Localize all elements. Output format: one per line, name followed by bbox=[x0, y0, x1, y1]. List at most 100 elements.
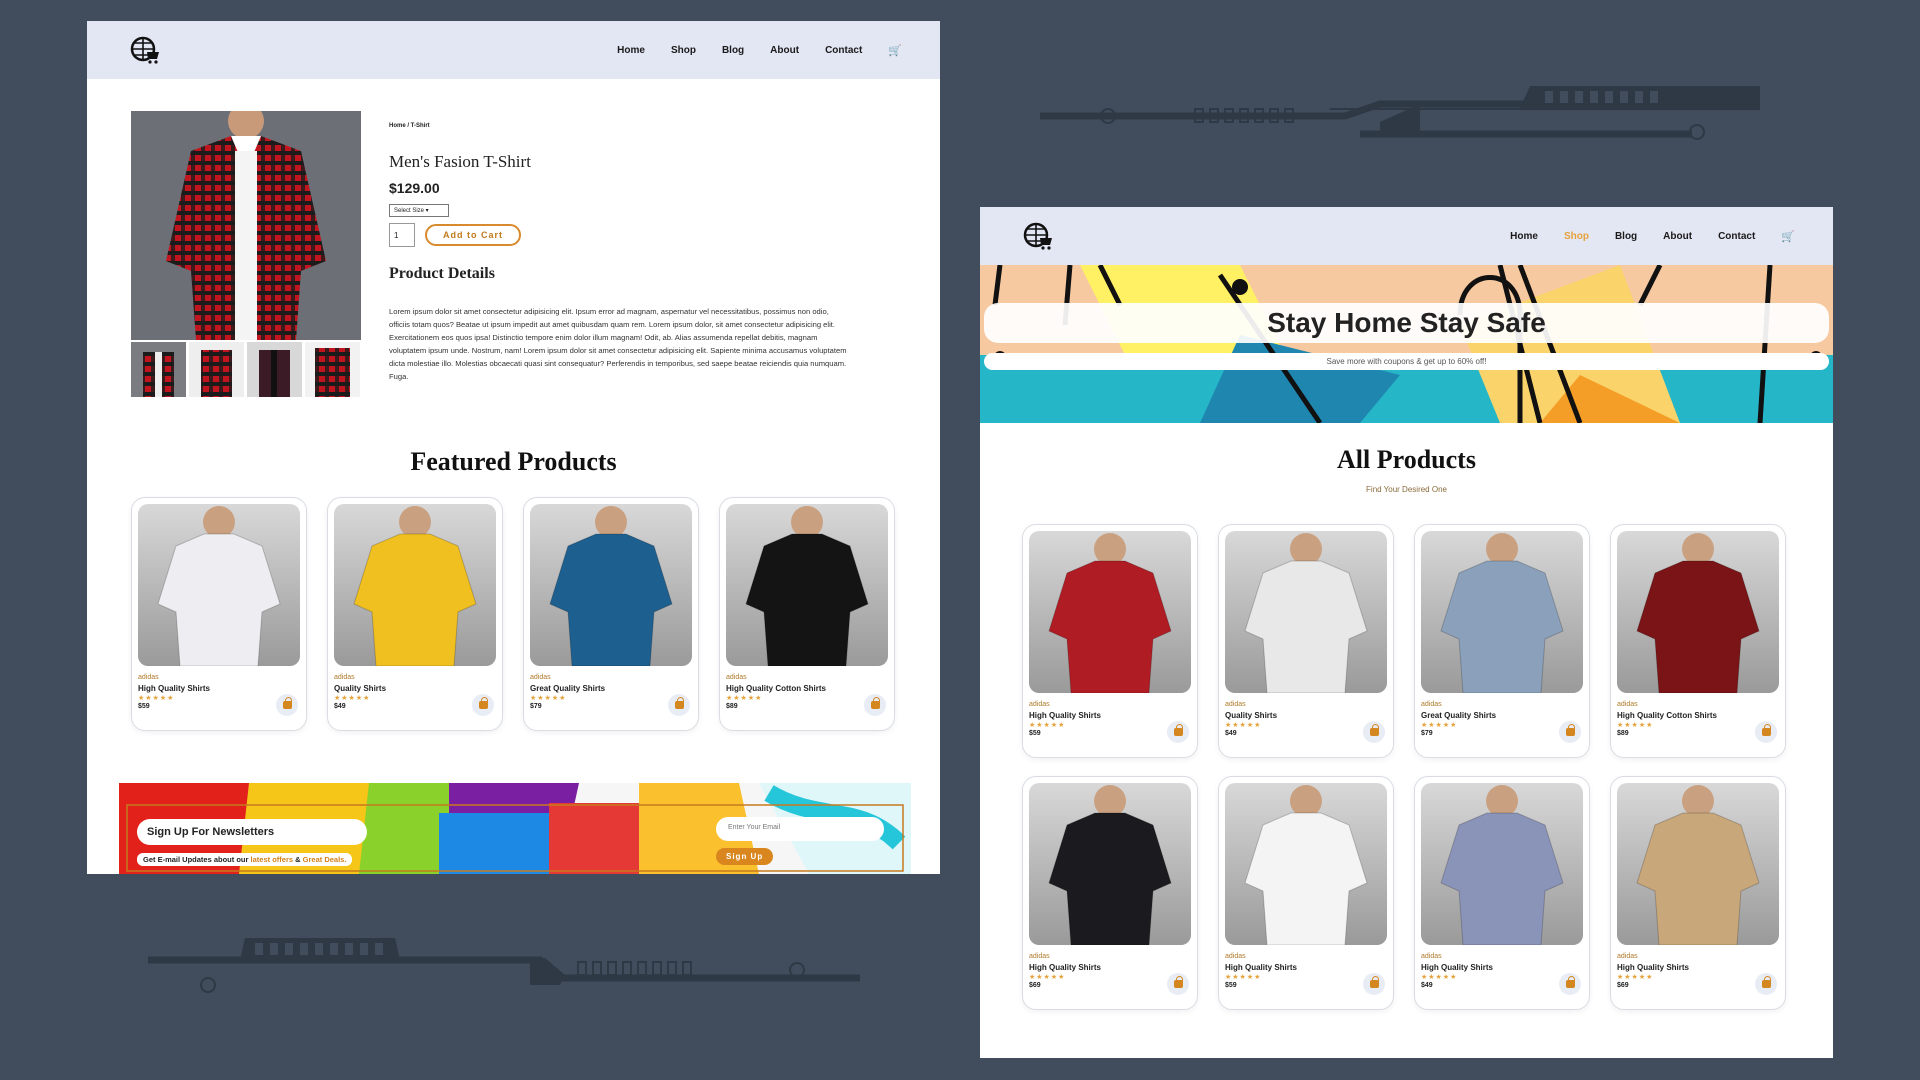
nav-contact[interactable]: Contact bbox=[825, 45, 862, 56]
product-image[interactable] bbox=[334, 504, 496, 666]
add-to-bag-button[interactable] bbox=[472, 694, 494, 716]
product-brand: adidas bbox=[138, 674, 159, 681]
nav-contact[interactable]: Contact bbox=[1718, 231, 1755, 242]
thumbnail-strip bbox=[131, 342, 361, 397]
add-to-bag-button[interactable] bbox=[1363, 973, 1385, 995]
cart-icon[interactable]: 🛒 bbox=[888, 44, 902, 57]
product-image[interactable] bbox=[1029, 783, 1191, 945]
all-products-subtitle: Find Your Desired One bbox=[1366, 485, 1447, 494]
shopping-bag-icon bbox=[1369, 976, 1379, 988]
product-card[interactable]: adidas High Quality Shirts ★★★★★ $49 bbox=[1414, 776, 1590, 1010]
quantity-input[interactable]: 1 bbox=[389, 223, 415, 247]
nav-menu: Home Shop Blog About Contact 🛒 bbox=[617, 44, 902, 57]
nav-menu: Home Shop Blog About Contact 🛒 bbox=[1510, 230, 1795, 243]
shopping-bag-icon bbox=[870, 697, 880, 709]
breadcrumb[interactable]: Home / T-Shirt bbox=[389, 123, 849, 129]
shop-page-screenshot: Home Shop Blog About Contact 🛒 Stay Home… bbox=[980, 207, 1833, 1058]
product-image[interactable] bbox=[1225, 531, 1387, 693]
product-card[interactable]: adidas High Quality Shirts ★★★★★ $59 bbox=[1218, 776, 1394, 1010]
product-card[interactable]: adidas High Quality Cotton Shirts ★★★★★ $89 bbox=[719, 497, 895, 731]
size-select[interactable]: Select Size ▾ bbox=[389, 204, 449, 217]
globe-cart-logo[interactable] bbox=[129, 35, 163, 65]
shopping-bag-icon bbox=[1173, 976, 1183, 988]
newsletter-subtitle: Get E-mail Updates about our latest offe… bbox=[137, 853, 353, 866]
thumbnail-image[interactable] bbox=[189, 342, 244, 397]
product-brand: adidas bbox=[1225, 953, 1246, 960]
shopping-bag-icon bbox=[1565, 976, 1575, 988]
product-image[interactable] bbox=[1421, 783, 1583, 945]
product-image[interactable] bbox=[530, 504, 692, 666]
nav-shop[interactable]: Shop bbox=[1564, 231, 1589, 242]
product-card[interactable]: adidas Great Quality Shirts ★★★★★ $79 bbox=[523, 497, 699, 731]
email-input[interactable]: Enter Your Email bbox=[716, 817, 884, 841]
navbar: Home Shop Blog About Contact 🛒 bbox=[980, 207, 1833, 265]
shopping-bag-icon bbox=[674, 697, 684, 709]
thumbnail-image[interactable] bbox=[305, 342, 360, 397]
hero-title: Stay Home Stay Safe bbox=[984, 303, 1829, 343]
product-description: Lorem ipsum dolor sit amet consectetur a… bbox=[389, 307, 847, 381]
nav-shop[interactable]: Shop bbox=[671, 45, 696, 56]
nav-about[interactable]: About bbox=[1663, 231, 1692, 242]
add-to-cart-button[interactable]: Add to Cart bbox=[425, 224, 521, 246]
product-card[interactable]: adidas High Quality Shirts ★★★★★ $59 bbox=[1022, 524, 1198, 758]
newsletter-subtitle-text: & bbox=[295, 855, 301, 864]
product-image[interactable] bbox=[138, 504, 300, 666]
add-to-bag-button[interactable] bbox=[1559, 973, 1581, 995]
shopping-bag-icon bbox=[1761, 976, 1771, 988]
product-card[interactable]: adidas Quality Shirts ★★★★★ $49 bbox=[1218, 524, 1394, 758]
globe-cart-logo[interactable] bbox=[1022, 221, 1056, 251]
add-to-bag-button[interactable] bbox=[276, 694, 298, 716]
shopping-bag-icon bbox=[1761, 724, 1771, 736]
product-brand: adidas bbox=[1617, 701, 1638, 708]
add-to-bag-button[interactable] bbox=[1167, 973, 1189, 995]
nav-about[interactable]: About bbox=[770, 45, 799, 56]
product-image[interactable] bbox=[1029, 531, 1191, 693]
add-to-bag-button[interactable] bbox=[668, 694, 690, 716]
product-card[interactable]: adidas High Quality Shirts ★★★★★ $69 bbox=[1022, 776, 1198, 1010]
cart-icon[interactable]: 🛒 bbox=[1781, 230, 1795, 243]
product-name: Quality Shirts bbox=[334, 684, 387, 693]
product-name: High Quality Shirts bbox=[1421, 963, 1494, 972]
nav-home[interactable]: Home bbox=[617, 45, 645, 56]
product-card[interactable]: adidas High Quality Shirts ★★★★★ $69 bbox=[1610, 776, 1786, 1010]
nav-home[interactable]: Home bbox=[1510, 231, 1538, 242]
product-image[interactable] bbox=[1225, 783, 1387, 945]
newsletter-subtitle-text: Get E-mail Updates about our bbox=[143, 855, 249, 864]
newsletter-title: Sign Up For Newsletters bbox=[137, 819, 367, 845]
product-name: Great Quality Shirts bbox=[1421, 711, 1497, 720]
product-info: Home / T-Shirt Men's Fasion T-Shirt $129… bbox=[389, 123, 849, 383]
thumbnail-image[interactable] bbox=[131, 342, 186, 397]
product-card[interactable]: adidas High Quality Cotton Shirts ★★★★★ $89 bbox=[1610, 524, 1786, 758]
product-image[interactable] bbox=[1421, 531, 1583, 693]
hero-banner: Stay Home Stay Safe Save more with coupo… bbox=[980, 265, 1833, 423]
add-to-bag-button[interactable] bbox=[1559, 721, 1581, 743]
nav-blog[interactable]: Blog bbox=[722, 45, 744, 56]
product-name: High Quality Cotton Shirts bbox=[1617, 711, 1717, 720]
product-name: High Quality Shirts bbox=[1029, 963, 1102, 972]
nav-blog[interactable]: Blog bbox=[1615, 231, 1637, 242]
product-image[interactable] bbox=[726, 504, 888, 666]
add-to-bag-button[interactable] bbox=[1755, 721, 1777, 743]
product-brand: adidas bbox=[1617, 953, 1638, 960]
featured-title: Featured Products bbox=[410, 447, 617, 476]
product-title: Men's Fasion T-Shirt bbox=[389, 152, 531, 171]
product-name: High Quality Shirts bbox=[1617, 963, 1690, 972]
product-brand: adidas bbox=[1225, 701, 1246, 708]
size-select-value: Select Size bbox=[394, 208, 425, 214]
product-image[interactable] bbox=[1617, 531, 1779, 693]
product-image[interactable] bbox=[1617, 783, 1779, 945]
signup-button[interactable]: Sign Up bbox=[716, 848, 774, 865]
product-card[interactable]: adidas Great Quality Shirts ★★★★★ $79 bbox=[1414, 524, 1590, 758]
newsletter-subtitle-highlight: Great Deals. bbox=[302, 855, 347, 864]
shopping-bag-icon bbox=[1173, 724, 1183, 736]
product-page-screenshot: Home Shop Blog About Contact 🛒 Home / T-… bbox=[87, 21, 940, 874]
product-brand: adidas bbox=[530, 674, 551, 681]
product-card[interactable]: adidas High Quality Shirts ★★★★★ $59 bbox=[131, 497, 307, 731]
featured-grid: adidas High Quality Shirts ★★★★★ $59 adidas Q… bbox=[131, 497, 895, 731]
add-to-bag-button[interactable] bbox=[1755, 973, 1777, 995]
thumbnail-image[interactable] bbox=[247, 342, 302, 397]
product-card[interactable]: adidas Quality Shirts ★★★★★ $49 bbox=[327, 497, 503, 731]
add-to-bag-button[interactable] bbox=[1363, 721, 1385, 743]
add-to-bag-button[interactable] bbox=[1167, 721, 1189, 743]
add-to-bag-button[interactable] bbox=[864, 694, 886, 716]
